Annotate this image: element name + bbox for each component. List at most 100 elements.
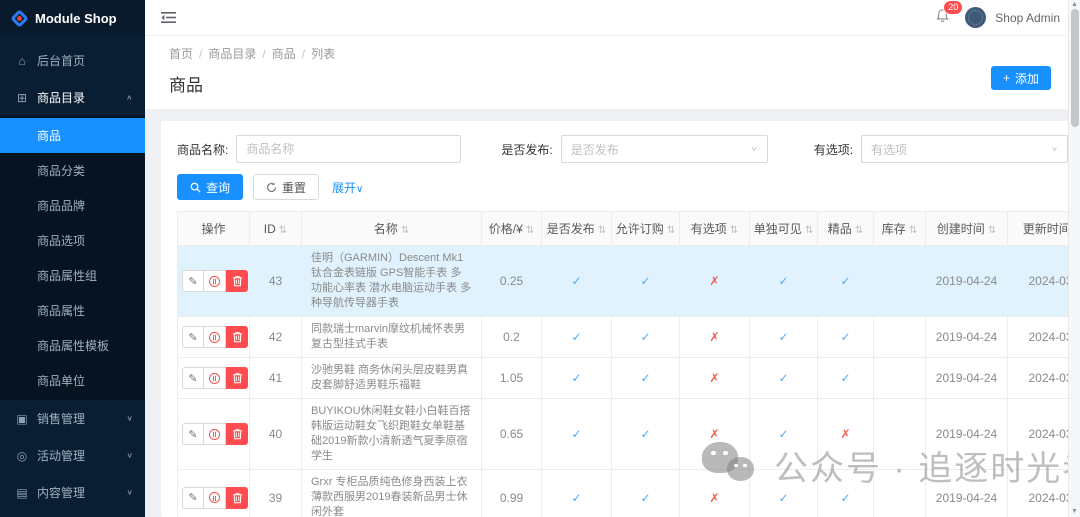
sidebar-item-sales[interactable]: ▣ 销售管理 ∨ [0, 400, 145, 437]
delete-button[interactable] [226, 423, 248, 445]
breadcrumb-catalog[interactable]: 商品目录 [208, 47, 256, 61]
sidebar-subitem[interactable]: 商品选项 [0, 223, 145, 258]
vertical-scrollbar[interactable]: ▲ ▼ [1068, 0, 1080, 517]
disable-button[interactable] [204, 326, 226, 348]
cell-published: ✓ [541, 357, 612, 399]
notification-bell-icon[interactable]: 20 [935, 0, 964, 27]
plus-icon: + [1002, 71, 1010, 85]
breadcrumb-list: 列表 [311, 47, 336, 61]
disable-button[interactable] [204, 423, 226, 445]
chevron-up-icon: ∨ [126, 93, 133, 102]
cell-featured: ✓ [817, 357, 874, 399]
delete-button[interactable] [226, 367, 248, 389]
user-name[interactable]: Shop Admin [995, 11, 1060, 25]
sidebar-subitem[interactable]: 商品单位 [0, 363, 145, 398]
column-header[interactable]: 精品 ⇅ [817, 211, 874, 246]
cross-icon: ✗ [840, 427, 851, 441]
reset-button[interactable]: 重置 [253, 174, 320, 200]
delete-button[interactable] [226, 326, 248, 348]
sidebar-subitem[interactable]: 商品属性组 [0, 258, 145, 293]
disable-button[interactable] [204, 367, 226, 389]
pause-circle-icon [209, 331, 220, 343]
cell-featured: ✓ [817, 469, 874, 517]
chevron-down-icon: ∨ [1050, 145, 1059, 153]
breadcrumb-home[interactable]: 首页 [169, 47, 193, 61]
cell-price: 1.05 [481, 357, 542, 399]
column-header[interactable]: 是否发布 ⇅ [541, 211, 612, 246]
column-header[interactable]: 更新时间⇅ [1007, 211, 1074, 246]
cell-updated: 2024-03- [1007, 357, 1074, 399]
cell-visible: ✓ [749, 469, 818, 517]
edit-button[interactable]: ✎ [182, 270, 204, 292]
app-logo[interactable]: Module Shop [0, 0, 145, 36]
column-header[interactable]: 名称 ⇅ [301, 211, 482, 246]
pause-circle-icon [209, 492, 220, 503]
scroll-up-arrow-icon[interactable]: ▲ [1069, 1, 1080, 8]
breadcrumb: 首页 / 商品目录 / 商品 / 列表 [169, 47, 336, 61]
cell-created: 2019-04-24 [925, 398, 1008, 470]
sort-icon: ⇅ [987, 225, 997, 236]
sidebar-item-catalog[interactable]: ⊞ 商品目录 ∨ [0, 79, 145, 116]
column-header[interactable]: 创建时间 ⇅ [925, 211, 1008, 246]
cell-can-order: ✓ [611, 316, 680, 358]
cell-published: ✓ [541, 245, 612, 317]
options-select[interactable]: 有选项 ∨ [861, 135, 1069, 163]
cell-name: 沙驰男鞋 商务休闲头层皮鞋男真皮套脚舒适男鞋乐福鞋 [301, 357, 482, 399]
check-icon: ✓ [571, 371, 582, 385]
sidebar-subitem[interactable]: 商品 [0, 118, 145, 153]
check-icon: ✓ [840, 274, 851, 288]
disable-button[interactable] [204, 270, 226, 292]
cell-published: ✓ [541, 316, 612, 358]
sidebar-item-dashboard[interactable]: ⌂ 后台首页 [0, 42, 145, 79]
sort-icon: ⇅ [525, 225, 535, 236]
refresh-icon [266, 182, 277, 192]
scroll-down-arrow-icon[interactable]: ▼ [1069, 508, 1080, 515]
column-header[interactable]: ID ⇅ [249, 211, 302, 246]
cross-icon: ✗ [709, 427, 720, 441]
cross-icon: ✗ [709, 490, 720, 505]
sidebar-item-shop-config[interactable]: ⚙ 商城配置 ∨ [0, 511, 145, 517]
row-actions: ✎ [182, 326, 248, 348]
sort-icon: ⇅ [908, 225, 918, 236]
delete-button[interactable] [226, 270, 248, 292]
edit-button[interactable]: ✎ [182, 486, 204, 509]
sidebar-subitem[interactable]: 商品品牌 [0, 188, 145, 223]
breadcrumb-product[interactable]: 商品 [272, 47, 296, 61]
delete-button[interactable] [226, 486, 248, 509]
search-button[interactable]: 查询 [177, 174, 244, 200]
chevron-down-icon: ∨ [356, 183, 364, 195]
sidebar-subitem[interactable]: 商品属性模板 [0, 328, 145, 363]
name-filter-input[interactable] [236, 135, 462, 163]
column-header[interactable]: 价格/¥ ⇅ [481, 211, 542, 246]
sidebar-subitem[interactable]: 商品属性 [0, 293, 145, 328]
column-header: 操作 [177, 211, 250, 246]
menu-fold-icon[interactable] [161, 11, 176, 24]
column-header[interactable]: 允许订购 ⇅ [611, 211, 680, 246]
trash-icon [232, 373, 242, 384]
edit-button[interactable]: ✎ [182, 326, 204, 348]
topbar: 20 Shop Admin [145, 0, 1080, 36]
column-header[interactable]: 库存 ⇅ [873, 211, 926, 246]
table-row: ✎ 39 Grxr 专柜品质纯色修身西装上衣薄款西服男2019春装新品男士休闲外套 0… [177, 469, 1074, 517]
column-header[interactable]: 有选项 ⇅ [679, 211, 750, 246]
cell-id: 43 [249, 245, 302, 317]
sidebar-item-content[interactable]: ▤ 内容管理 ∨ [0, 474, 145, 511]
cell-updated: 2024-03- [1007, 469, 1074, 517]
expand-link[interactable]: 展开∨ [332, 179, 363, 196]
disable-button[interactable] [204, 486, 226, 509]
check-icon: ✓ [840, 371, 851, 385]
published-select[interactable]: 是否发布 ∨ [560, 135, 768, 163]
column-header[interactable]: 单独可见 ⇅ [749, 211, 818, 246]
add-button[interactable]: + 添加 [990, 66, 1051, 90]
edit-button[interactable]: ✎ [182, 423, 204, 445]
options-filter-label: 有选项: [813, 142, 854, 157]
edit-button[interactable]: ✎ [182, 367, 204, 389]
scrollbar-thumb[interactable] [1070, 9, 1079, 127]
cell-stock [873, 245, 926, 317]
sidebar-item-activities[interactable]: ◎ 活动管理 ∨ [0, 437, 145, 474]
pencil-icon: ✎ [188, 331, 198, 344]
sidebar-subitem[interactable]: 商品分类 [0, 153, 145, 188]
row-actions: ✎ [182, 270, 248, 292]
avatar[interactable] [965, 7, 987, 28]
page-title: 商品 [169, 76, 203, 95]
